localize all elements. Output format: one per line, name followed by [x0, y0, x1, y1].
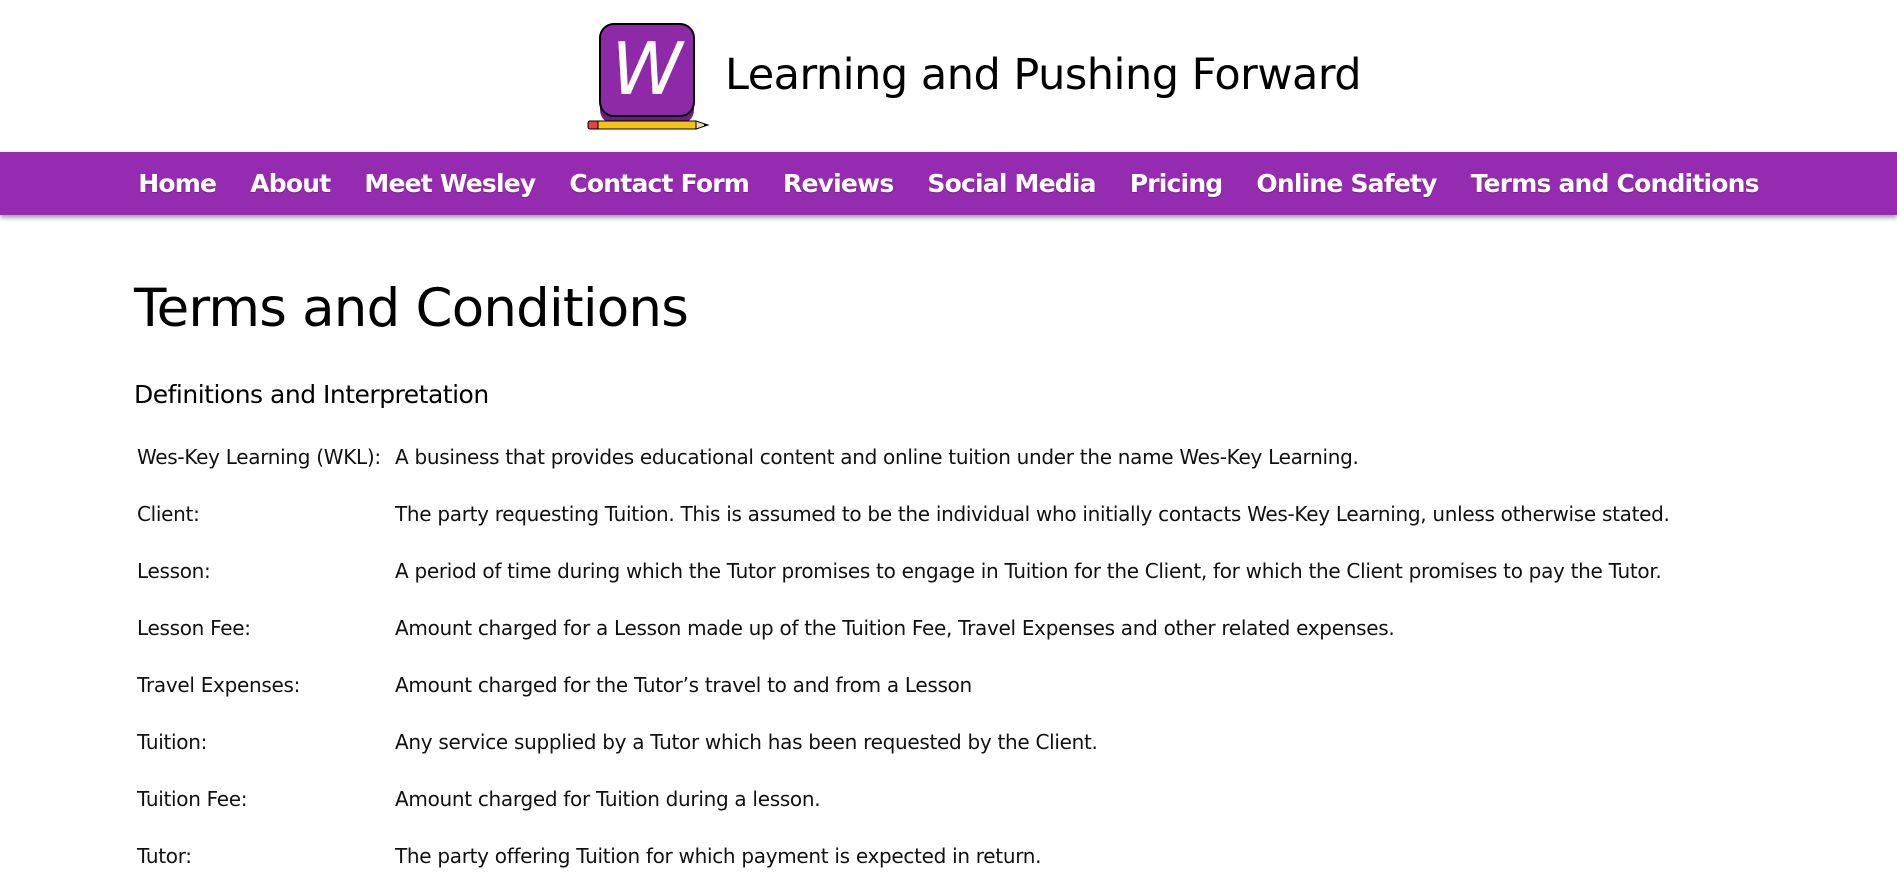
nav-item-social-media[interactable]: Social Media: [910, 169, 1112, 198]
definition-row: Tuition: Any service supplied by a Tutor…: [134, 713, 1670, 770]
definition-row: Travel Expenses: Amount charged for the …: [134, 656, 1670, 713]
page-title: Terms and Conditions: [134, 278, 689, 339]
definition-text: The party requesting Tuition. This is as…: [395, 501, 1670, 526]
definition-term: Tuition Fee:: [137, 786, 248, 811]
definition-row: Wes-Key Learning (WKL): A business that …: [134, 428, 1670, 485]
nav-item-terms-and-conditions[interactable]: Terms and Conditions: [1454, 169, 1776, 198]
nav-item-online-safety[interactable]: Online Safety: [1239, 169, 1453, 198]
definition-term: Tuition:: [137, 729, 208, 754]
nav-item-contact-form[interactable]: Contact Form: [552, 169, 766, 198]
main-nav: Home About Meet Wesley Contact Form Revi…: [0, 152, 1897, 215]
definition-row: Client: The party requesting Tuition. Th…: [134, 485, 1670, 542]
nav-item-home[interactable]: Home: [121, 169, 233, 198]
nav-item-about[interactable]: About: [233, 169, 347, 198]
definition-text: The party offering Tuition for which pay…: [395, 843, 1042, 868]
site-header: W Learning and Pushing Forward: [0, 0, 1897, 152]
definition-term: Lesson:: [137, 558, 211, 583]
logo-letter: W: [611, 27, 685, 111]
definition-term: Client:: [137, 501, 200, 526]
site-title: Learning and Pushing Forward: [725, 50, 1362, 100]
nav-item-pricing[interactable]: Pricing: [1113, 169, 1240, 198]
logo-icon[interactable]: W: [586, 22, 712, 132]
definition-text: A business that provides educational con…: [395, 444, 1359, 469]
definition-text: A period of time during which the Tutor …: [395, 558, 1662, 583]
definition-text: Amount charged for Tuition during a less…: [395, 786, 821, 811]
definitions-table: Wes-Key Learning (WKL): A business that …: [134, 428, 1670, 884]
section-heading: Definitions and Interpretation: [134, 380, 489, 409]
definition-term: Tutor:: [137, 843, 192, 868]
definition-term: Travel Expenses:: [137, 672, 301, 697]
definition-text: Amount charged for a Lesson made up of t…: [395, 615, 1395, 640]
definition-row: Lesson: A period of time during which th…: [134, 542, 1670, 599]
definition-row: Tutor: The party offering Tuition for wh…: [134, 827, 1670, 884]
definition-row: Lesson Fee: Amount charged for a Lesson …: [134, 599, 1670, 656]
definition-row: Tuition Fee: Amount charged for Tuition …: [134, 770, 1670, 827]
definition-term: Lesson Fee:: [137, 615, 251, 640]
nav-item-meet-wesley[interactable]: Meet Wesley: [347, 169, 552, 198]
definition-term: Wes-Key Learning (WKL):: [137, 444, 381, 469]
nav-item-reviews[interactable]: Reviews: [766, 169, 910, 198]
main-content: Terms and Conditions Definitions and Int…: [134, 278, 1834, 884]
definition-text: Amount charged for the Tutor’s travel to…: [395, 672, 972, 697]
definition-text: Any service supplied by a Tutor which ha…: [395, 729, 1098, 754]
